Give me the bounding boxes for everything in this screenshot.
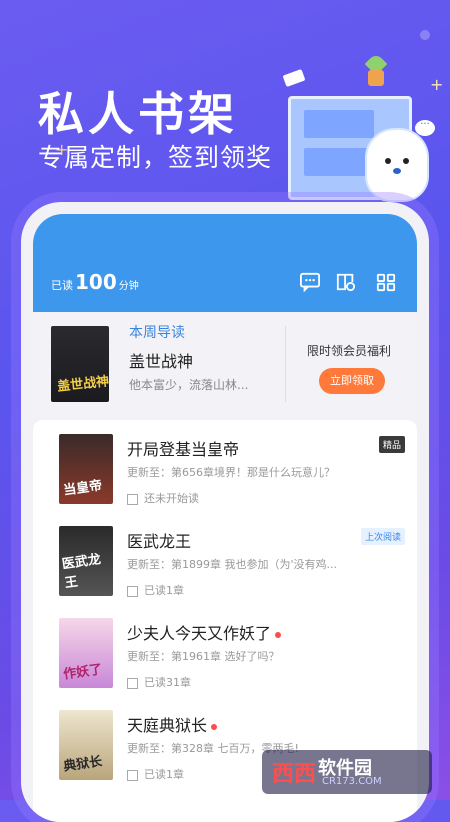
book-cover: 典狱长	[59, 710, 113, 780]
cover-title: 典狱长	[62, 754, 104, 775]
progress-text: 已读1章	[144, 768, 184, 781]
progress-text: 已读31章	[144, 676, 191, 689]
book-update: 更新至：第1961章 选好了吗？	[127, 650, 280, 663]
paper-plane-icon	[282, 68, 306, 88]
book-cover: 盖世战神	[51, 326, 110, 402]
decor-plus: +	[430, 75, 444, 94]
bookmark-icon	[127, 677, 138, 689]
cover-title: 作妖了	[62, 662, 104, 683]
update-dot	[275, 631, 282, 638]
bear-eye	[403, 158, 409, 164]
bear-eye	[385, 158, 391, 164]
progress-text: 已读1章	[144, 584, 184, 597]
vip-promo-title: 限时领会员福利	[307, 344, 392, 358]
plant-pot	[368, 70, 384, 86]
book-item[interactable]: 当皇帝 开局登基当皇帝 精品 更新至：第656章境界！那是什么玩意儿？ 还未开始…	[33, 420, 417, 512]
book-title: 少夫人今天又作妖了	[127, 620, 282, 644]
bookmark-icon	[127, 493, 138, 505]
book-cover: 医武龙王	[59, 526, 113, 596]
divider	[285, 326, 286, 402]
book-cover: 当皇帝	[59, 434, 113, 504]
shelf-compartment	[304, 148, 374, 176]
mascot-bear	[365, 128, 429, 202]
watermark: 西西 软件园 CR173.COM	[262, 750, 432, 794]
book-title-text: 少夫人今天又作妖了	[127, 624, 272, 643]
book-add-icon[interactable]	[335, 272, 357, 292]
speech-bubble-icon: ···	[415, 120, 435, 136]
book-title-text: 天庭典狱长	[127, 716, 208, 735]
cover-title: 医武龙王	[61, 552, 102, 592]
book-title: 开局登基当皇帝	[127, 440, 240, 459]
decor-dot	[420, 30, 430, 40]
update-dot	[211, 723, 218, 730]
bookmark-icon	[127, 769, 138, 781]
bookshelf-header: 已读 100 分钟	[33, 214, 417, 312]
book-item[interactable]: 作妖了 少夫人今天又作妖了 更新至：第1961章 选好了吗？ 已读31章	[33, 604, 417, 696]
book-title: 天庭典狱长	[127, 712, 218, 736]
progress-text: 还未开始读	[144, 492, 199, 505]
guide-book-desc: 他本富少，流落山林...	[129, 378, 249, 392]
read-unit: 分钟	[118, 281, 139, 292]
read-progress: 已读31章	[127, 674, 191, 690]
book-update: 更新至：第1899章 我也参加（为'没有鸡...	[127, 558, 338, 571]
phone-frame: 已读 100 分钟 盖世战神 本周导读 盖世战神 他本富少，流落山林... 限时领会…	[21, 202, 429, 822]
weekly-guide-card[interactable]: 盖世战神 本周导读 盖世战神 他本富少，流落山林... 限时领会员福利 立即领取	[33, 312, 417, 416]
bear-nose	[393, 168, 401, 174]
claim-vip-button[interactable]: 立即领取	[319, 368, 385, 394]
watermark-url: CR173.COM	[322, 776, 382, 787]
shelf-compartment	[304, 110, 374, 138]
last-read-badge: 上次阅读	[360, 528, 405, 545]
cover-title: 盖世战神	[56, 374, 110, 395]
book-cover: 作妖了	[59, 618, 113, 688]
guide-book-title: 盖世战神	[129, 352, 194, 371]
reading-time: 已读 100 分钟	[51, 270, 139, 294]
read-label: 已读	[51, 279, 73, 292]
read-progress: 还未开始读	[127, 490, 199, 506]
read-minutes: 100	[75, 270, 117, 294]
read-progress: 已读1章	[127, 582, 184, 598]
message-icon[interactable]	[299, 272, 321, 293]
promo-subtitle: 专属定制，签到领奖	[38, 143, 273, 172]
grid-menu-icon[interactable]	[375, 272, 397, 292]
book-title: 医武龙王	[127, 532, 192, 551]
book-item[interactable]: 医武龙王 医武龙王 上次阅读 更新至：第1899章 我也参加（为'没有鸡... …	[33, 512, 417, 604]
book-update: 更新至：第656章境界！那是什么玩意儿？	[127, 466, 335, 479]
read-progress: 已读1章	[127, 766, 184, 782]
guide-tag: 本周导读	[129, 325, 185, 341]
promo-title: 私人书架	[38, 87, 238, 141]
quality-badge: 精品	[378, 436, 405, 453]
bookmark-icon	[127, 585, 138, 597]
cover-title: 当皇帝	[62, 478, 104, 499]
watermark-logo-text: 西西	[272, 762, 317, 787]
